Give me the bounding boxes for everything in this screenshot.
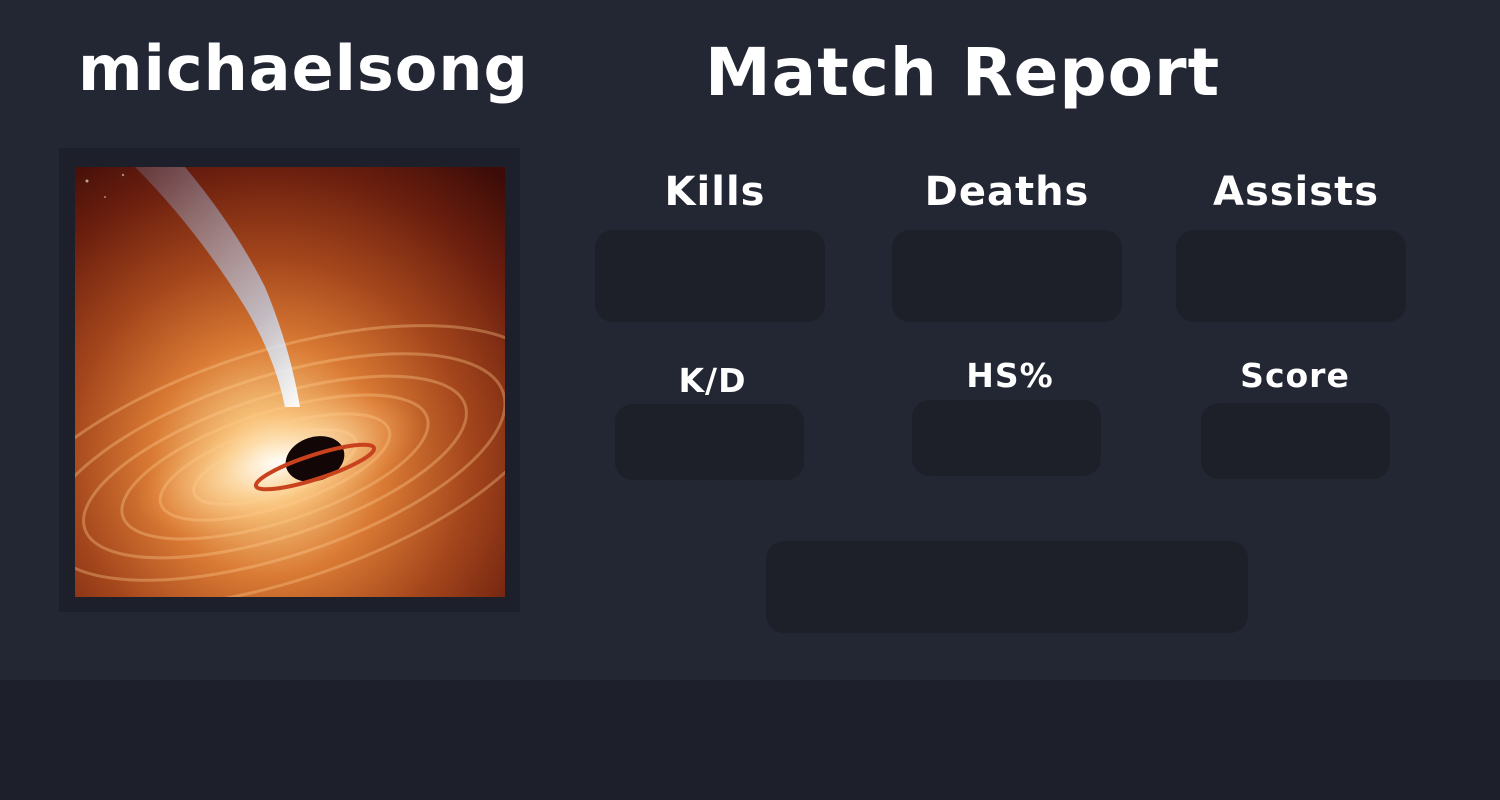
assists-value-box: [1176, 230, 1406, 322]
score-label: Score: [1240, 356, 1350, 395]
username: michaelsong: [78, 32, 529, 105]
hs-percent-label: HS%: [966, 356, 1054, 395]
kills-value-box: [595, 230, 825, 322]
assists-label: Assists: [1212, 169, 1380, 215]
deaths-value-box: [892, 230, 1122, 322]
kills-label: Kills: [664, 169, 766, 215]
footer-band: [0, 680, 1500, 800]
deaths-label: Deaths: [924, 169, 1090, 215]
avatar-frame: [59, 148, 520, 612]
summary-box: [766, 541, 1248, 633]
black-hole-image: [75, 167, 505, 597]
kd-label: K/D: [678, 361, 747, 400]
hs-percent-value-box: [912, 400, 1101, 476]
score-value-box: [1201, 403, 1390, 479]
page-title: Match Report: [705, 34, 1221, 111]
kd-value-box: [615, 404, 804, 480]
